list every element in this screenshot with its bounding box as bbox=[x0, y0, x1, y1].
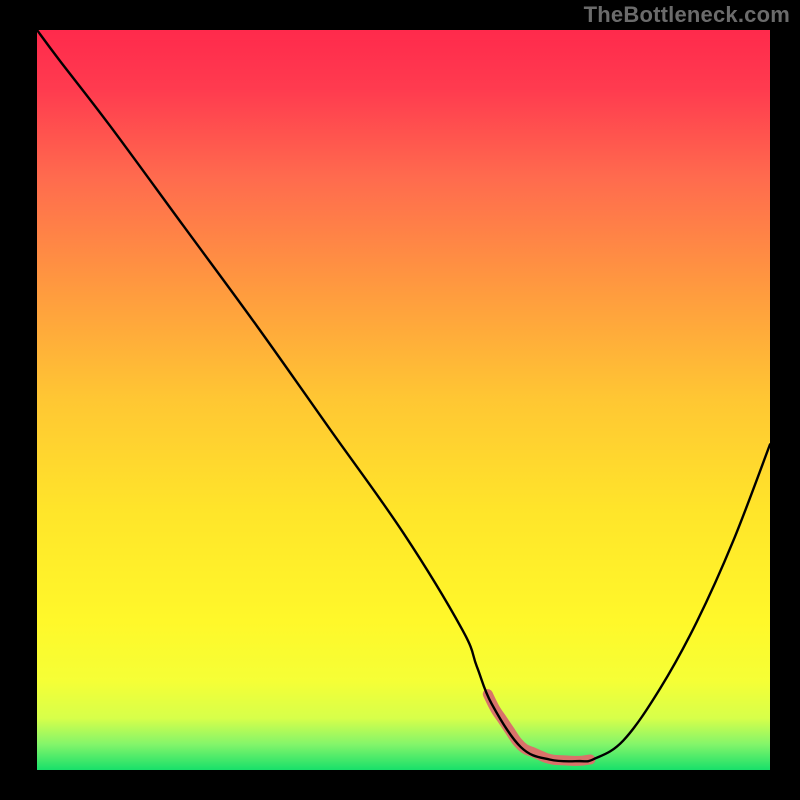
plot-background bbox=[37, 30, 770, 770]
chart-svg bbox=[0, 0, 800, 800]
watermark-text: TheBottleneck.com bbox=[584, 2, 790, 28]
chart-container: TheBottleneck.com bbox=[0, 0, 800, 800]
